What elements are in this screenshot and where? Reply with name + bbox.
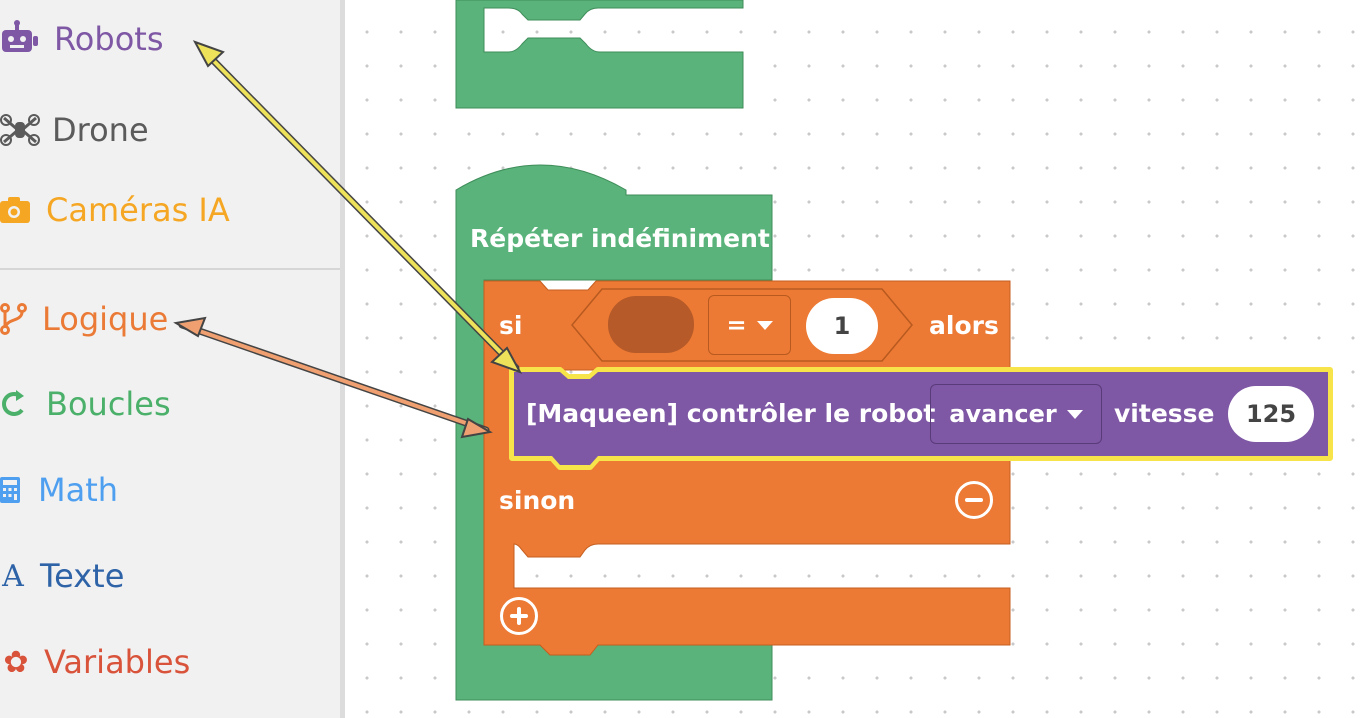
operator-dropdown[interactable]: = — [708, 295, 791, 355]
chevron-down-icon — [756, 320, 773, 330]
direction-value: avancer — [949, 400, 1057, 428]
speed-value-field[interactable]: 125 — [1228, 386, 1314, 442]
minus-icon — [965, 498, 983, 502]
speed-label: vitesse — [1114, 399, 1215, 428]
blocks-canvas — [173, 0, 1333, 701]
if-label[interactable]: si — [499, 311, 522, 341]
direction-dropdown[interactable]: avancer — [930, 384, 1102, 444]
empty-slot — [608, 296, 694, 353]
repeat-forever-label[interactable]: Répéter indéfiniment — [470, 224, 770, 254]
operator-value: = — [726, 311, 747, 339]
remove-else-button[interactable] — [955, 481, 993, 519]
robot-block-label[interactable]: [Maqueen] contrôler le robot — [526, 399, 935, 429]
else-label: sinon — [499, 486, 576, 515]
chevron-down-icon — [1066, 409, 1083, 419]
add-else-if-button[interactable] — [500, 597, 538, 635]
then-label: alors — [929, 311, 999, 340]
compare-value-field[interactable]: 1 — [806, 298, 878, 354]
annotation-arrow-logique — [173, 316, 493, 439]
top-green-block — [455, 0, 744, 109]
